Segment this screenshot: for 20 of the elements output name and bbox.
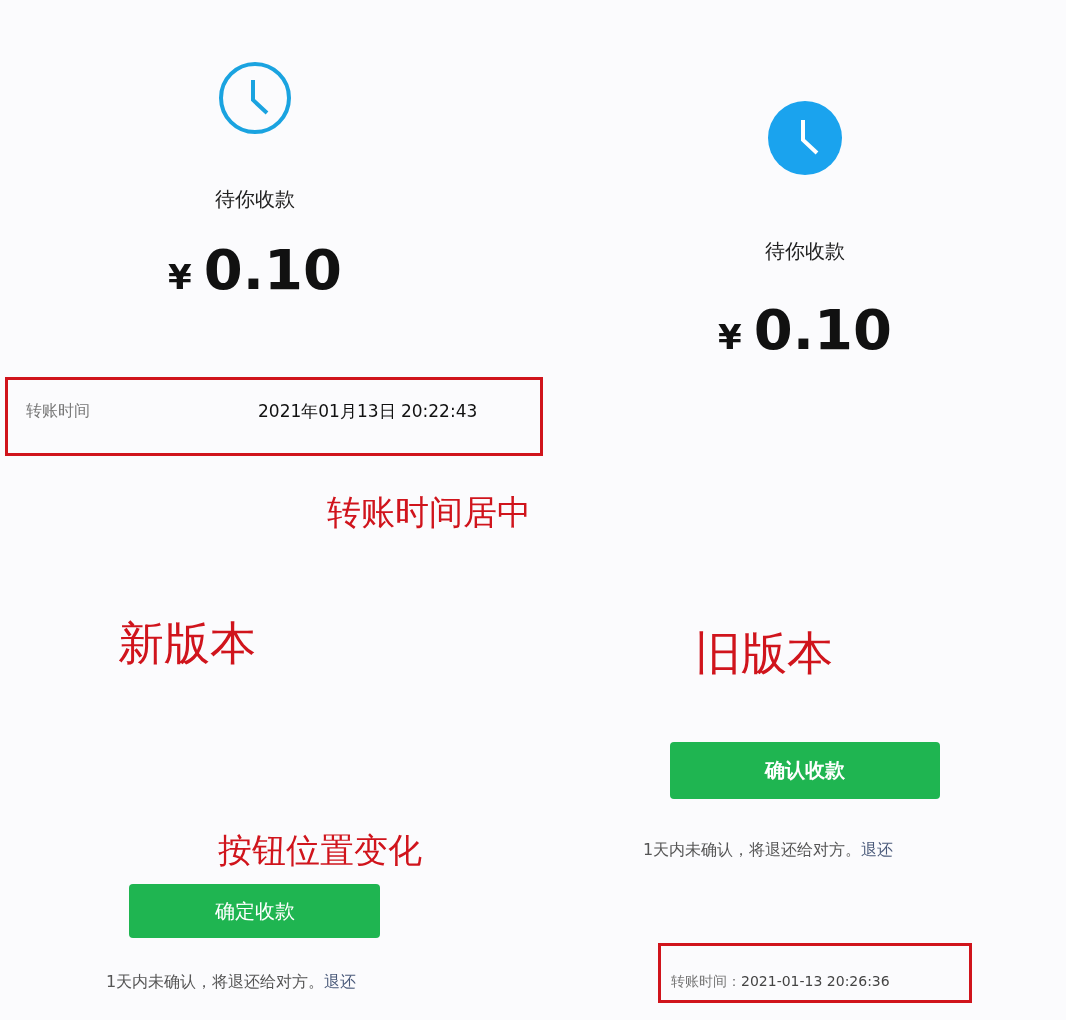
currency-symbol: ¥ <box>718 317 742 357</box>
version-label: 新版本 <box>118 616 256 670</box>
time-label: 转账时间 <box>26 400 91 422</box>
status-text: 待你收款 <box>215 186 295 212</box>
time-value: 2021年01月13日 20:22:43 <box>258 400 478 422</box>
clock-icon <box>767 100 843 176</box>
time-label: 转账时间： <box>671 972 741 991</box>
annotation-text: 转账时间居中 <box>327 492 531 532</box>
version-label: 旧版本 <box>695 626 833 680</box>
expiry-note: 1天内未确认，将退还给对方。退还 <box>106 971 357 993</box>
annotation-text: 按钮位置变化 <box>218 830 422 870</box>
amount-text: 0.10 <box>203 238 342 302</box>
currency-symbol: ¥ <box>168 257 192 297</box>
expiry-note: 1天内未确认，将退还给对方。退还 <box>643 839 894 861</box>
return-link[interactable]: 退还 <box>324 972 357 991</box>
amount-text: 0.10 <box>753 298 892 362</box>
time-value: 2021-01-13 20:26:36 <box>741 972 890 991</box>
status-text: 待你收款 <box>765 238 845 264</box>
return-link[interactable]: 退还 <box>861 840 894 859</box>
clock-icon <box>217 60 293 136</box>
